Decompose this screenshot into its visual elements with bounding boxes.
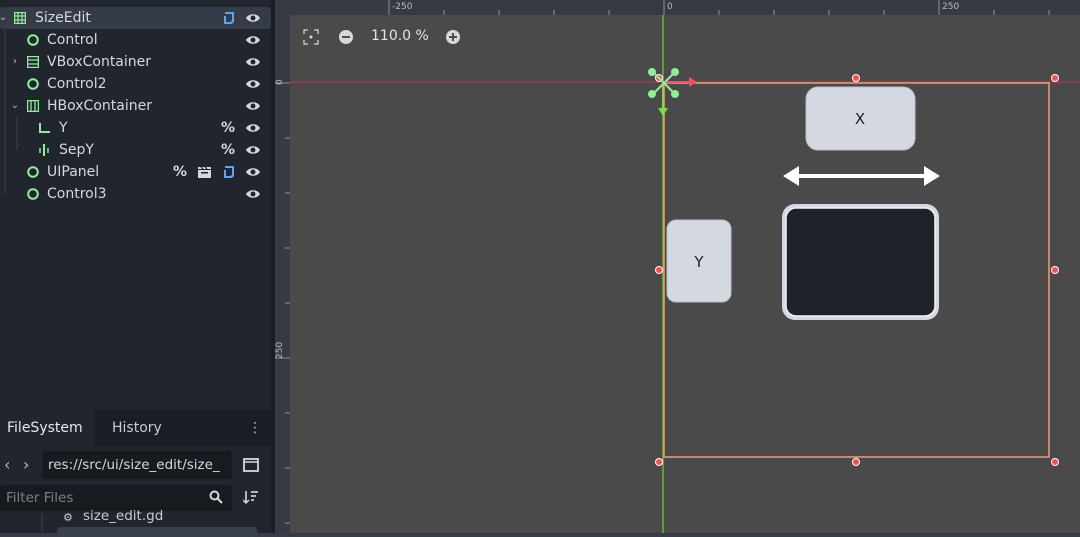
visibility-eye-icon[interactable]: [245, 78, 261, 90]
expand-arrow-icon[interactable]: ⌄: [10, 95, 20, 117]
collapse-arrow-icon[interactable]: ›: [10, 51, 20, 73]
control-icon: [27, 166, 39, 178]
path-field[interactable]: res://src/ui/size_edit/size_: [42, 451, 232, 479]
layout-percent-badge[interactable]: %: [221, 139, 235, 161]
vbox-container-icon: [27, 56, 39, 68]
left-dock: ⌄ SizeEdit Control › VBoxContainer Contr…: [0, 0, 271, 537]
scene-tree: ⌄ SizeEdit Control › VBoxContainer Contr…: [0, 0, 271, 410]
control-icon: [27, 188, 39, 200]
tree-guide-lines: [41, 514, 43, 533]
zoom-out-icon[interactable]: [338, 29, 354, 45]
ruler-label: 250: [942, 2, 959, 12]
tree-item-label: Control2: [47, 76, 107, 92]
ui-panel-inner: [785, 207, 936, 317]
tree-item-sizeedit[interactable]: ⌄ SizeEdit: [0, 7, 271, 29]
filesystem-dock: FileSystem History ⋮ ‹ › res://src/ui/si…: [0, 410, 271, 537]
dock-tabs: FileSystem History ⋮: [0, 410, 271, 446]
visibility-eye-icon[interactable]: [245, 100, 261, 112]
forward-arrow-icon[interactable]: ›: [23, 451, 29, 479]
visibility-eye-icon[interactable]: [245, 144, 261, 156]
tree-item-uipanel[interactable]: UIPanel %: [0, 161, 271, 183]
clapperboard-icon[interactable]: [197, 166, 212, 179]
tree-item-control2[interactable]: Control2: [0, 73, 271, 95]
recenter-icon[interactable]: [303, 29, 319, 45]
zoom-in-icon[interactable]: [445, 29, 461, 45]
ruler-label: 0: [667, 2, 673, 12]
layout-percent-badge[interactable]: %: [173, 161, 187, 183]
grid-container-icon: [14, 12, 26, 24]
sort-icon[interactable]: [243, 490, 259, 504]
tree-item-label: Control3: [47, 186, 107, 202]
back-arrow-icon[interactable]: ‹: [4, 451, 10, 479]
hbox-container-icon: [27, 100, 39, 112]
dock-menu-icon[interactable]: ⋮: [248, 420, 262, 436]
search-icon: [209, 490, 223, 504]
visibility-eye-icon[interactable]: [245, 34, 261, 46]
canvas-svg: -250 0 250 0 250 X Y: [275, 0, 1080, 533]
gear-icon: ⚙: [63, 511, 73, 524]
file-item[interactable]: size_edit.gd: [83, 508, 163, 524]
tree-item-label: SizeEdit: [35, 10, 91, 26]
zoom-level-label[interactable]: 110.0 %: [371, 28, 429, 44]
ruler-label: 0: [275, 79, 285, 85]
tree-item-control3[interactable]: Control3: [0, 183, 271, 205]
tab-filesystem[interactable]: FileSystem: [0, 410, 95, 446]
script-icon[interactable]: [222, 11, 236, 25]
tree-item-label: Control: [47, 32, 98, 48]
ruler-label: -250: [392, 2, 413, 12]
y-node-label: Y: [693, 253, 704, 271]
label-icon: [39, 123, 50, 133]
file-item-selected[interactable]: [57, 527, 257, 537]
canvas-viewport[interactable]: -250 0 250 0 250 X Y 110.0 %: [275, 0, 1080, 533]
visibility-eye-icon[interactable]: [245, 56, 261, 68]
tree-item-control[interactable]: Control: [0, 29, 271, 51]
tab-history[interactable]: History: [112, 410, 162, 446]
visibility-eye-icon[interactable]: [245, 122, 261, 134]
visibility-eye-icon[interactable]: [245, 166, 261, 178]
tree-item-label: UIPanel: [47, 164, 100, 180]
control-icon: [27, 34, 39, 46]
vseparator-icon: [39, 144, 49, 156]
split-view-icon[interactable]: [243, 458, 259, 472]
visibility-eye-icon[interactable]: [245, 188, 261, 200]
tree-item-label: HBoxContainer: [47, 98, 152, 114]
visibility-eye-icon[interactable]: [245, 12, 261, 24]
tree-item-hboxcontainer[interactable]: ⌄ HBoxContainer: [0, 95, 271, 117]
tree-item-label: Y: [59, 120, 68, 136]
ruler-label: 250: [275, 342, 285, 359]
expand-arrow-icon[interactable]: ⌄: [0, 7, 8, 29]
control-icon: [27, 78, 39, 90]
x-node-label: X: [855, 110, 865, 128]
layout-percent-badge[interactable]: %: [221, 117, 235, 139]
tree-item-label: VBoxContainer: [47, 54, 152, 70]
tree-item-label: SepY: [59, 142, 94, 158]
script-icon[interactable]: [222, 165, 236, 179]
tree-item-y[interactable]: Y %: [0, 117, 271, 139]
tree-item-vboxcontainer[interactable]: › VBoxContainer: [0, 51, 271, 73]
tree-item-sepy[interactable]: SepY %: [0, 139, 271, 161]
